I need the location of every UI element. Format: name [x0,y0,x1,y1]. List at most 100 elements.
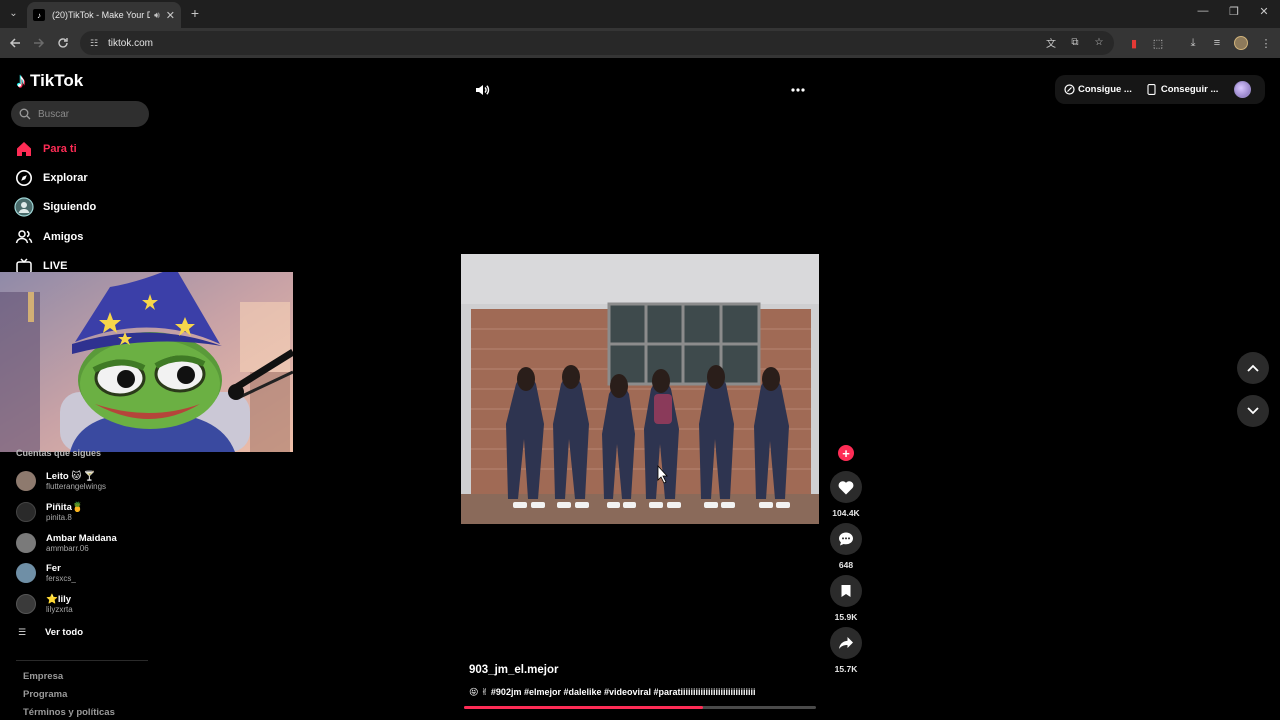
volume-button[interactable] [472,80,492,100]
tiktok-logo[interactable]: ♪ TikTok [16,71,83,91]
back-button[interactable] [6,34,24,52]
media-control-icon[interactable]: ≡ [1209,35,1225,51]
reload-icon [58,38,68,48]
cast-icon[interactable]: ⧉ [1068,35,1082,49]
more-options-button[interactable] [787,82,809,98]
avatar [16,471,36,491]
minimize-button[interactable]: — [1193,5,1213,17]
tab-audio-icon[interactable]: 🔊︎ [154,10,160,21]
nav-label: Explorar [43,172,88,184]
menu-kebab-icon[interactable]: ⋮ [1258,35,1274,51]
account-name: Leito 🐱 🍸 [46,470,96,482]
bookmark-icon [841,585,851,597]
translate-icon[interactable]: 文 [1044,35,1058,50]
following-account[interactable]: Piñita🍍 pinita.8 [16,499,84,525]
video-progress-fill [464,706,704,709]
browser-toolbar: ☷ tiktok.com 文 ⧉ ☆ ▮ ⬚ ⤓ ≡ ⋮ [0,28,1280,58]
save-count: 15.9K [834,612,858,622]
browser-tab-tiktok[interactable]: ♪ (20)TikTok - Make Your Day 🔊︎ ✕ [27,2,181,28]
user-avatar[interactable] [1234,81,1251,98]
friends-icon [14,227,34,247]
close-window-button[interactable]: ✕ [1254,5,1274,18]
search-icon [18,107,32,121]
following-avatar-icon [14,197,34,217]
footer-link-programa[interactable]: Programa [23,689,67,700]
following-account[interactable]: Leito 🐱 🍸 flutterangelwings [16,468,106,494]
volume-icon [476,85,490,95]
video-player[interactable] [461,254,819,524]
account-name: Fer [46,562,61,574]
chevron-down-icon [1247,407,1259,415]
nav-label: Amigos [43,231,84,243]
nav-label: LIVE [43,260,68,272]
avatar [16,502,36,522]
nav-item-explorar[interactable]: Explorar [14,167,88,189]
profile-avatar-icon[interactable] [1234,36,1248,50]
following-account[interactable]: Fer fersxcs_ [16,560,76,586]
nav-label: Para ti [43,143,77,155]
tab-close-icon[interactable]: ✕ [166,9,175,22]
account-handle: pinita.8 [46,512,72,522]
footer-link-empresa[interactable]: Empresa [23,671,63,682]
nav-item-amigos[interactable]: Amigos [14,226,83,248]
bookmark-star-icon[interactable]: ☆ [1092,35,1106,49]
home-icon [14,139,34,159]
like-button[interactable] [830,471,862,503]
logo-text: TikTok [30,71,84,90]
get-coins-label: Consigue ... [1078,84,1132,95]
heart-icon [838,480,854,494]
account-name: Piñita🍍 [46,501,84,513]
top-right-controls: Consigue ... Conseguir ... [1055,75,1265,104]
forward-arrow-icon [34,38,45,48]
get-coins-button[interactable]: Consigue ... [1063,84,1132,96]
share-count: 15.7K [834,664,858,674]
nav-item-para-ti[interactable]: Para ti [14,138,77,160]
tab-search-button[interactable]: ⌄ [5,5,22,22]
video-author[interactable]: 903_jm_el.mejor [469,664,559,676]
list-icon: ☰ [18,627,27,637]
more-dots-icon [791,88,805,92]
pepe-wizard-illustration [0,272,293,452]
address-bar[interactable]: ☷ tiktok.com 文 ⧉ ☆ [80,31,1114,55]
avatar [16,594,36,614]
browser-tab-bar: ⌄ ♪ (20)TikTok - Make Your Day 🔊︎ ✕ + — … [0,0,1280,28]
share-arrow-icon [839,637,853,649]
restore-button[interactable]: ❐ [1224,5,1244,18]
site-info-icon[interactable]: ☷ [88,37,100,49]
account-name: Ambar Maidana [46,532,117,544]
download-icon[interactable]: ⤓ [1185,35,1201,51]
share-button[interactable] [830,627,862,659]
sidebar-divider [16,660,148,661]
tiktok-favicon-icon: ♪ [33,9,45,21]
get-app-button[interactable]: Conseguir ... [1146,84,1219,96]
video-frame-illustration [461,254,819,524]
forward-button[interactable] [30,34,48,52]
following-account[interactable]: Ambar Maidana ammbarr.06 [16,530,117,556]
previous-video-button[interactable] [1237,352,1269,384]
next-video-button[interactable] [1237,395,1269,427]
account-handle: ammbarr.06 [46,543,89,553]
account-handle: flutterangelwings [46,481,107,491]
extensions-puzzle-icon[interactable]: ⬚ [1150,35,1166,51]
avatar [16,533,36,553]
search-box[interactable] [11,101,149,127]
footer-link-terms[interactable]: Términos y políticas [23,707,115,718]
nav-item-siguiendo[interactable]: Siguiendo [14,196,96,218]
account-handle: fersxcs_ [46,573,76,583]
extension-record-icon[interactable]: ▮ [1126,35,1142,51]
search-input[interactable] [38,108,138,120]
reload-button[interactable] [54,34,72,52]
see-all-label: Ver todo [45,627,84,638]
video-description: 😝 ✌ #902jm #elmejor #dalelike #videovira… [469,687,756,697]
comment-button[interactable] [830,523,862,555]
see-all-button[interactable]: ☰ Ver todo [18,627,83,638]
get-app-label: Conseguir ... [1160,84,1219,95]
following-account[interactable]: ⭐lily lilyzxrta [16,591,73,617]
follow-plus-button[interactable]: + [838,445,854,461]
save-button[interactable] [830,575,862,607]
video-progress-bar[interactable] [464,706,816,709]
following-section-title: Cuentas que sigues [16,448,102,458]
avatar [16,563,36,583]
new-tab-button[interactable]: + [187,5,203,21]
nav-label: Siguiendo [43,201,97,213]
